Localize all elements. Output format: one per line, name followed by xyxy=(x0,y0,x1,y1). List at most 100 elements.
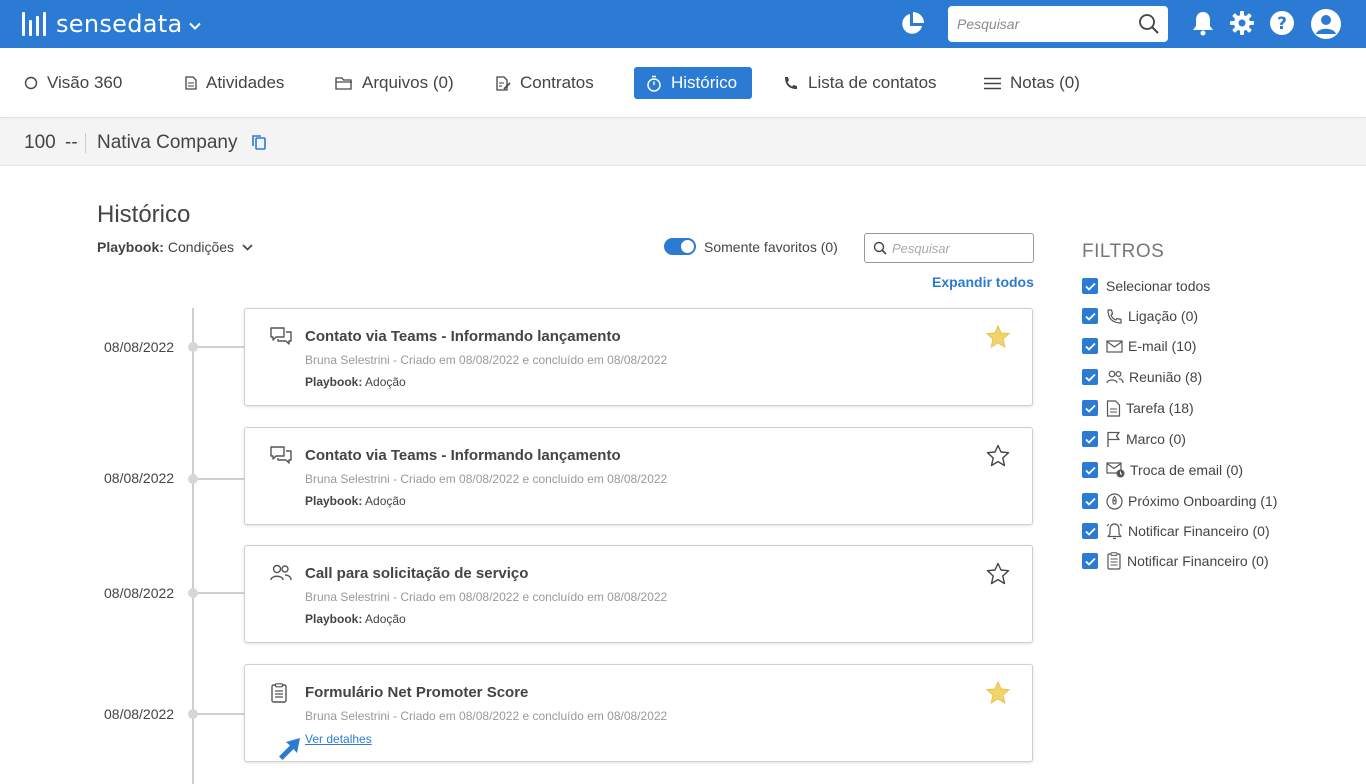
expand-all-link[interactable]: Expandir todos xyxy=(932,274,1034,290)
bell-icon[interactable] xyxy=(1191,10,1215,36)
app-name: sensedata xyxy=(56,10,183,38)
contract-icon xyxy=(496,75,511,91)
checkbox-checked[interactable] xyxy=(1082,462,1098,478)
filter-label: Próximo Onboarding (1) xyxy=(1128,493,1278,509)
timeline-date: 08/08/2022 xyxy=(104,470,175,486)
card-playbook: Playbook: Adoção xyxy=(305,375,406,389)
form-icon xyxy=(1107,552,1121,570)
filter-marco[interactable]: Marco (0) xyxy=(1082,429,1186,449)
phone-icon xyxy=(785,77,797,89)
card-playbook: Playbook: Adoção xyxy=(305,494,406,508)
filter-label: E-mail (10) xyxy=(1128,338,1197,354)
checkbox-checked[interactable] xyxy=(1082,308,1098,324)
filter-label: Marco (0) xyxy=(1126,431,1186,447)
tab-arquivos[interactable]: Arquivos (0) xyxy=(323,67,466,99)
search-icon xyxy=(873,241,887,255)
top-bar: sensedata ? xyxy=(0,0,1366,48)
timeline-dot xyxy=(188,709,198,719)
card-meta: Bruna Selestrini - Criado em 08/08/2022 … xyxy=(305,353,668,367)
checkbox-checked[interactable] xyxy=(1082,493,1098,509)
favorites-toggle[interactable] xyxy=(664,238,696,255)
filter-ligacao[interactable]: Ligação (0) xyxy=(1082,306,1198,326)
checkbox-checked[interactable] xyxy=(1082,553,1098,569)
history-search-input[interactable] xyxy=(892,234,1030,262)
tab-label: Histórico xyxy=(671,73,738,92)
tab-contratos[interactable]: Contratos xyxy=(484,67,606,99)
filters-title: FILTROS xyxy=(1082,241,1165,262)
tab-historico[interactable]: Histórico xyxy=(634,67,752,99)
star-outline-icon[interactable] xyxy=(986,562,1010,585)
filter-notificar-financeiro[interactable]: Notificar Financeiro (0) xyxy=(1082,521,1270,541)
tab-notas[interactable]: Notas (0) xyxy=(972,67,1092,99)
card-meta: Bruna Selestrini - Criado em 08/08/2022 … xyxy=(305,590,668,604)
history-card[interactable]: Formulário Net Promoter Score Bruna Sele… xyxy=(244,664,1033,762)
tab-lista-contatos[interactable]: Lista de contatos xyxy=(771,67,949,99)
filter-troca-email[interactable]: Troca de email (0) xyxy=(1082,460,1243,480)
history-card[interactable]: Contato via Teams - Informando lançament… xyxy=(244,308,1033,406)
check-icon xyxy=(1084,312,1096,321)
tab-label: Lista de contatos xyxy=(808,73,937,92)
filter-proximo-onboarding[interactable]: Próximo Onboarding (1) xyxy=(1082,491,1277,511)
history-card[interactable]: Contato via Teams - Informando lançament… xyxy=(244,427,1033,525)
checkbox-checked[interactable] xyxy=(1082,278,1098,294)
global-search-input[interactable] xyxy=(948,6,1128,42)
global-search[interactable] xyxy=(948,6,1168,42)
check-icon xyxy=(1084,557,1096,566)
card-meta: Bruna Selestrini - Criado em 08/08/2022 … xyxy=(305,472,668,486)
checkbox-checked[interactable] xyxy=(1082,400,1098,416)
help-icon[interactable]: ? xyxy=(1269,10,1295,36)
timeline-connector xyxy=(198,592,244,594)
people-icon xyxy=(1106,370,1124,384)
filter-tarefa[interactable]: Tarefa (18) xyxy=(1082,398,1194,418)
checkbox-checked[interactable] xyxy=(1082,369,1098,385)
tab-visao-360[interactable]: Visão 360 xyxy=(12,67,134,99)
flag-icon xyxy=(1107,431,1120,447)
playbook-selector[interactable]: Playbook: Condições xyxy=(97,239,253,255)
filter-select-all[interactable]: Selecionar todos xyxy=(1082,276,1210,296)
checkbox-checked[interactable] xyxy=(1082,338,1098,354)
filter-label: Reunião (8) xyxy=(1129,369,1203,385)
copy-icon[interactable] xyxy=(251,134,267,151)
filter-email[interactable]: E-mail (10) xyxy=(1082,336,1196,356)
timeline-date: 08/08/2022 xyxy=(104,339,175,355)
tab-bar: Visão 360 Atividades Arquivos (0) Contra… xyxy=(0,48,1366,118)
card-meta: Bruna Selestrini - Criado em 08/08/2022 … xyxy=(305,709,668,723)
company-name: Nativa Company xyxy=(97,132,238,153)
star-outline-icon[interactable] xyxy=(986,444,1010,467)
card-title: Formulário Net Promoter Score xyxy=(305,684,529,701)
menu-icon xyxy=(984,77,1001,89)
timeline-date: 08/08/2022 xyxy=(104,585,175,601)
checkbox-checked[interactable] xyxy=(1082,431,1098,447)
timeline-dot xyxy=(188,342,198,352)
tab-label: Notas (0) xyxy=(1010,73,1080,92)
page-title: Histórico xyxy=(97,201,191,228)
document-icon xyxy=(185,76,197,90)
timeline-connector xyxy=(198,346,244,348)
timeline-date: 08/08/2022 xyxy=(104,706,175,722)
phone-icon xyxy=(1107,308,1122,324)
user-avatar-icon[interactable] xyxy=(1310,8,1342,40)
app-logo[interactable]: sensedata xyxy=(22,10,201,38)
search-icon[interactable] xyxy=(1138,13,1160,35)
gear-icon[interactable] xyxy=(1229,10,1255,36)
view-details-link[interactable]: Ver detalhes xyxy=(305,732,372,746)
pie-chart-icon[interactable] xyxy=(899,11,925,37)
chevron-down-icon xyxy=(242,243,253,251)
timeline-connector xyxy=(198,713,244,715)
filter-reuniao[interactable]: Reunião (8) xyxy=(1082,367,1202,387)
mail-clock-icon xyxy=(1106,462,1125,478)
checkbox-checked[interactable] xyxy=(1082,523,1098,539)
timeline-dot xyxy=(188,474,198,484)
history-search[interactable] xyxy=(864,233,1034,263)
check-icon xyxy=(1084,373,1096,382)
star-filled-icon[interactable] xyxy=(986,681,1010,704)
star-filled-icon[interactable] xyxy=(986,325,1010,348)
check-icon xyxy=(1084,497,1096,506)
svg-text:?: ? xyxy=(1277,14,1287,34)
tab-label: Arquivos (0) xyxy=(362,73,454,92)
history-card[interactable]: Call para solicitação de serviço Bruna S… xyxy=(244,545,1033,643)
filter-notificar-financeiro-2[interactable]: Notificar Financeiro (0) xyxy=(1082,551,1269,571)
filter-label: Notificar Financeiro (0) xyxy=(1128,523,1270,539)
timeline-dot xyxy=(188,588,198,598)
tab-atividades[interactable]: Atividades xyxy=(173,67,296,99)
